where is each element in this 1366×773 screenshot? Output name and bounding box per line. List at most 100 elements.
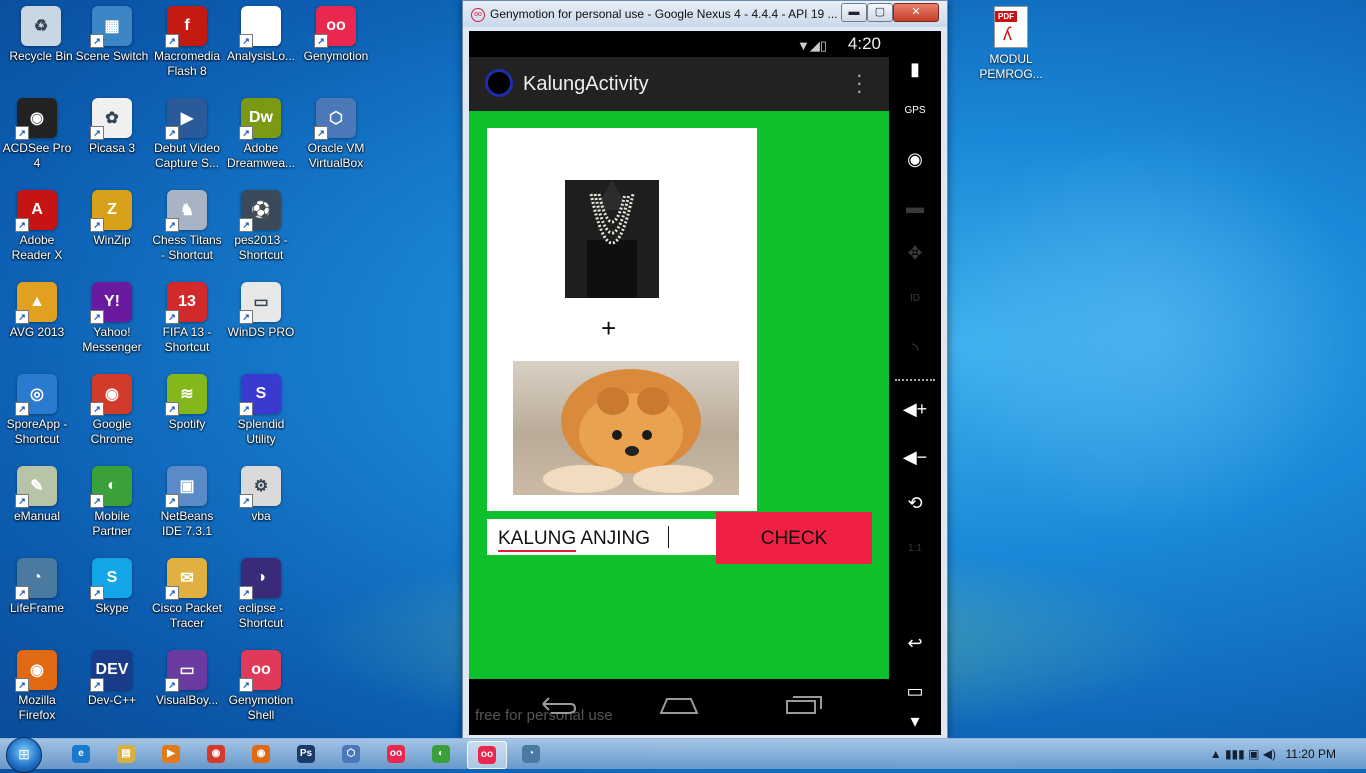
minimize-button[interactable]: ▬	[841, 3, 867, 22]
desktop-icon-pdf[interactable]: PDF ʎ MODUL PEMROG...	[976, 6, 1046, 82]
dpad-icon[interactable]: ✥	[889, 243, 941, 264]
desktop-icon[interactable]: ▣ ↗ NetBeans IDE 7.3.1	[150, 466, 224, 539]
volume-up-icon[interactable]: ◀+	[889, 399, 941, 420]
chrome-icon: ◉ ↗	[90, 374, 132, 416]
shortcut-arrow-icon: ↗	[165, 218, 179, 232]
more-icon[interactable]: ▾	[889, 711, 941, 732]
desktop-icon[interactable]: Dw ↗ Adobe Dreamwea...	[224, 98, 298, 171]
desktop-icon[interactable]: A ↗ Adobe Reader X	[0, 190, 74, 263]
desktop-icon[interactable]: ⚽ ↗ pes2013 - Shortcut	[224, 190, 298, 263]
desktop-icon[interactable]: ▦ ↗ Scene Switch	[75, 6, 149, 64]
desktop-icon[interactable]: ♻ Recycle Bin	[4, 6, 78, 64]
desktop-icon-label: Mozilla Firefox	[18, 693, 56, 722]
maximize-button[interactable]: ▢	[867, 3, 893, 22]
desktop-icon[interactable]: 13 ↗ FIFA 13 - Shortcut	[150, 282, 224, 355]
video-capture-icon[interactable]: ▬	[889, 197, 941, 218]
taskbar-photoshop[interactable]: Ps	[287, 741, 325, 767]
system-tray[interactable]: ▲ ▮▮▮ ▣ ◀)	[1210, 747, 1276, 761]
check-button[interactable]: CHECK	[716, 512, 872, 564]
desktop-icon[interactable]: ✎ ↗ eManual	[0, 466, 74, 524]
taskbar-explorer[interactable]: ▤	[107, 741, 145, 767]
desktop-icon[interactable]: ◔ ↗ LifeFrame	[0, 558, 74, 616]
genymotion-app-icon: oo	[471, 8, 485, 22]
volume-down-icon[interactable]: ◀−	[889, 447, 941, 468]
desktop-icon[interactable]: ✉ ↗ Cisco Packet Tracer	[150, 558, 224, 631]
taskbar-ie[interactable]: e	[62, 741, 100, 767]
android-screen: ▼◢▯ 4:20 KalungActivity · · · + KALUNG A…	[469, 31, 941, 735]
app-title: KalungActivity	[523, 73, 649, 95]
desktop-icon[interactable]: oo ↗ Genymotion Shell	[224, 650, 298, 723]
desktop-icon[interactable]: oo ↗ Genymotion	[299, 6, 373, 64]
shortcut-arrow-icon: ↗	[239, 218, 253, 232]
genymotion-shell-icon: oo ↗	[239, 650, 281, 692]
desktop-icon-label: eManual	[13, 509, 61, 523]
desktop-icon[interactable]: S ↗ Skype	[75, 558, 149, 616]
overflow-menu-icon[interactable]: · · ·	[856, 64, 863, 102]
desktop-icon[interactable]: ⚙ ↗ vba	[224, 466, 298, 524]
window-titlebar[interactable]: oo Genymotion for personal use - Google …	[463, 1, 947, 27]
recent-apps-icon[interactable]: ▭	[889, 681, 941, 702]
flash-icon: f ↗	[165, 6, 207, 48]
taskbar-chrome[interactable]: ◉	[197, 741, 235, 767]
desktop-icon[interactable]: ◉ ↗ Google Chrome	[75, 374, 149, 447]
taskbar-misc[interactable]: ◔	[512, 741, 550, 767]
rotate-icon[interactable]: ⟲	[889, 493, 941, 514]
desktop-icon[interactable]: ◉ ↗ ACDSee Pro 4	[0, 98, 74, 171]
genymotion-icon: oo ↗	[314, 6, 356, 48]
taskbar-netbeans-icon: ◐	[432, 745, 450, 763]
webcam-icon[interactable]: ◉	[889, 149, 941, 170]
desktop-icon[interactable]: ✿ ↗ Picasa 3	[75, 98, 149, 156]
taskbar-genymotion-active-icon: oo	[478, 746, 496, 764]
back-icon[interactable]: ↩	[889, 633, 941, 654]
netbeans-icon: ▣ ↗	[165, 466, 207, 508]
taskbar-media-player[interactable]: ▶	[152, 741, 190, 767]
pdf-file-icon: PDF ʎ	[994, 6, 1028, 48]
signal-icons: ▼◢▯	[796, 38, 827, 53]
shortcut-arrow-icon: ↗	[239, 310, 253, 324]
wallpaper-glow-right	[940, 120, 1360, 540]
answer-input[interactable]: KALUNG ANJING	[487, 519, 717, 555]
nav-back-icon[interactable]	[537, 693, 577, 715]
desktop-icon[interactable]: ▶ ↗ Debut Video Capture S...	[150, 98, 224, 171]
desktop-icon[interactable]: ◎ ↗ SporeApp - Shortcut	[0, 374, 74, 447]
desktop-icon[interactable]: Y! ↗ Yahoo! Messenger	[75, 282, 149, 355]
fifa-icon: 13 ↗	[165, 282, 207, 324]
desktop-icon-label: eclipse - Shortcut	[238, 601, 284, 630]
taskbar-media-player-icon: ▶	[162, 745, 180, 763]
desktop-icon[interactable]: ♞ ↗ Chess Titans - Shortcut	[150, 190, 224, 263]
taskbar-genymotion-active[interactable]: oo	[467, 741, 507, 769]
desktop-icon[interactable]: ▭ ↗ WinDS PRO	[224, 282, 298, 340]
shortcut-arrow-icon: ↗	[15, 310, 29, 324]
rss-icon[interactable]: ◝	[889, 339, 941, 360]
taskbar-clock[interactable]: 11:20 PM	[1286, 747, 1336, 761]
desktop-icon[interactable]: ◉ ↗ Mozilla Firefox	[0, 650, 74, 723]
taskbar-virtualbox[interactable]: ⬡	[332, 741, 370, 767]
desktop-icon[interactable]: ↗ AnalysisLo...	[224, 6, 298, 64]
desktop-icon[interactable]: ▲ ↗ AVG 2013	[0, 282, 74, 340]
desktop-icon[interactable]: ◐ ↗ Mobile Partner	[75, 466, 149, 539]
taskbar-genymotion[interactable]: oo	[377, 741, 415, 767]
device-id-icon[interactable]: ID	[889, 293, 941, 304]
shortcut-arrow-icon: ↗	[90, 402, 104, 416]
shortcut-arrow-icon: ↗	[239, 494, 253, 508]
avg-icon: ▲ ↗	[15, 282, 57, 324]
nav-home-icon[interactable]	[659, 693, 699, 715]
gps-icon[interactable]: GPS	[889, 105, 941, 116]
taskbar-netbeans[interactable]: ◐	[422, 741, 460, 767]
close-button[interactable]: ✕	[893, 3, 939, 22]
desktop-icon[interactable]: ⬡ ↗ Oracle VM VirtualBox	[299, 98, 373, 171]
desktop-icon[interactable]: Z ↗ WinZip	[75, 190, 149, 248]
desktop-icon[interactable]: ▭ ↗ VisualBoy...	[150, 650, 224, 708]
desktop-icon-label: pes2013 - Shortcut	[234, 233, 288, 262]
desktop-icon[interactable]: f ↗ Macromedia Flash 8	[150, 6, 224, 79]
desktop-icon[interactable]: DEV ↗ Dev-C++	[75, 650, 149, 708]
taskbar-firefox[interactable]: ◉	[242, 741, 280, 767]
nav-recent-icon[interactable]	[783, 693, 823, 715]
desktop-icon[interactable]: S ↗ Splendid Utility	[224, 374, 298, 447]
scale-icon[interactable]: 1:1	[889, 543, 941, 554]
taskbar-photoshop-icon: Ps	[297, 745, 315, 763]
desktop-icon[interactable]: ≋ ↗ Spotify	[150, 374, 224, 432]
desktop-icon[interactable]: ◑ ↗ eclipse - Shortcut	[224, 558, 298, 631]
desktop-icon-label: Chess Titans - Shortcut	[152, 233, 222, 262]
battery-icon[interactable]: ▮	[889, 59, 941, 80]
